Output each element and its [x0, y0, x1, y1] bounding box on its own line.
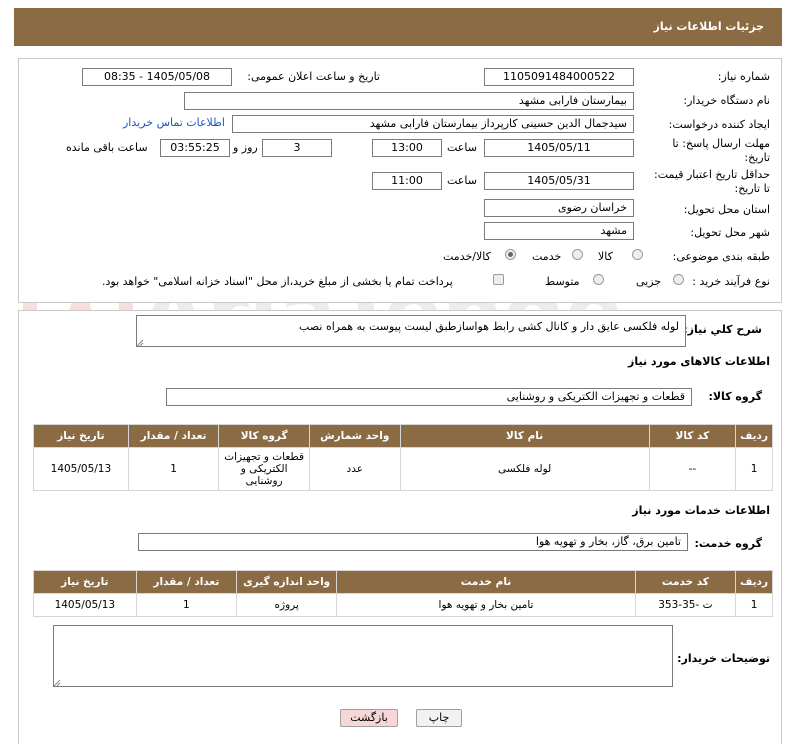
- category-radio-goods[interactable]: [632, 249, 643, 260]
- city-field[interactable]: مشهد: [484, 222, 634, 240]
- services-col-name: نام خدمت: [337, 571, 635, 593]
- services-group-label: گروه خدمت:: [694, 537, 762, 550]
- treasury-payment-note: پرداخت تمام یا بخشی از مبلغ خرید،از محل …: [102, 275, 453, 288]
- goods-table-header: ردیف کد کالا نام کالا واحد شمارش گروه کا…: [34, 425, 772, 447]
- remaining-label: ساعت باقی مانده: [66, 141, 148, 154]
- announce-field[interactable]: 1405/05/08 - 08:35: [82, 68, 232, 86]
- services-cell-row: 1: [736, 594, 772, 616]
- buyer-notes-label: توضیحات خریدار:: [677, 652, 770, 665]
- services-cell-date: 1405/05/13: [34, 594, 136, 616]
- goods-group-label: گروه کالا:: [708, 390, 762, 403]
- goods-cell-row: 1: [736, 448, 772, 490]
- services-group-field[interactable]: تامین برق، گاز، بخار و تهویه هوا: [138, 533, 688, 551]
- days-field[interactable]: 3: [262, 139, 332, 157]
- goods-cell-qty: 1: [128, 448, 219, 490]
- goods-table: ردیف کد کالا نام کالا واحد شمارش گروه کا…: [33, 424, 773, 491]
- back-button[interactable]: بازگشت: [340, 709, 398, 727]
- summary-text: لوله فلکسی عایق دار و کانال کشی رابط هوا…: [299, 320, 679, 333]
- services-section-title: اطلاعات خدمات مورد نیاز: [632, 504, 770, 517]
- process-radio-minor[interactable]: [673, 274, 684, 285]
- table-row[interactable]: 1 ت -35-353 تامین بخار و تهویه هوا پروژه…: [34, 594, 772, 616]
- goods-col-unit: واحد شمارش: [309, 425, 400, 447]
- validity-time-field[interactable]: 11:00: [372, 172, 442, 190]
- services-cell-unit: پروژه: [237, 594, 337, 616]
- services-col-unit: واحد اندازه گیری: [237, 571, 337, 593]
- goods-group-field[interactable]: قطعات و تجهیزات الکتریکی و روشنایی: [166, 388, 692, 406]
- category-option-service: خدمت: [532, 250, 562, 263]
- validity-label-2: تا تاریخ:: [734, 182, 770, 195]
- services-table: ردیف کد خدمت نام خدمت واحد اندازه گیری ت…: [33, 570, 773, 617]
- deadline-label: مهلت ارسال پاسخ: تا: [672, 137, 770, 150]
- goods-col-group: گروه کالا: [219, 425, 309, 447]
- goods-cell-unit: عدد: [309, 448, 400, 490]
- summary-label: شرح کلي نياز:: [683, 323, 762, 336]
- category-radio-both[interactable]: [505, 249, 516, 260]
- category-option-goods: کالا: [598, 250, 613, 263]
- page-header: جزئیات اطلاعات نیاز: [14, 8, 782, 46]
- process-radio-medium[interactable]: [593, 274, 604, 285]
- deadline-time-label: ساعت: [447, 141, 477, 154]
- resize-handle-icon[interactable]: [136, 339, 144, 347]
- contact-info-link[interactable]: اطلاعات تماس خریدار: [123, 116, 225, 129]
- validity-label: حداقل تاریخ اعتبار قیمت:: [654, 168, 770, 181]
- services-col-date: تاریخ نیاز: [34, 571, 136, 593]
- services-cell-code: ت -35-353: [635, 594, 736, 616]
- process-label: نوع فرآیند خرید :: [692, 275, 770, 288]
- deadline-time-field[interactable]: 13:00: [372, 139, 442, 157]
- goods-cell-code: --: [649, 448, 736, 490]
- goods-col-date: تاریخ نیاز: [34, 425, 128, 447]
- goods-cell-name: لوله فلکسی: [400, 448, 649, 490]
- services-col-row: ردیف: [736, 571, 772, 593]
- validity-date-field[interactable]: 1405/05/31: [484, 172, 634, 190]
- need-number-label: شماره نیاز:: [717, 70, 770, 83]
- summary-textarea[interactable]: لوله فلکسی عایق دار و کانال کشی رابط هوا…: [136, 315, 686, 347]
- goods-section-title: اطلاعات کالاهای مورد نیاز: [628, 355, 770, 368]
- city-label: شهر محل تحویل:: [690, 226, 770, 239]
- print-button[interactable]: چاپ: [416, 709, 462, 727]
- validity-time-label: ساعت: [447, 174, 477, 187]
- province-field[interactable]: خراسان رضوی: [484, 199, 634, 217]
- goods-cell-group: قطعات و تجهیزات الکتریکی و روشنایی: [219, 448, 309, 490]
- services-col-qty: تعداد / مقدار: [136, 571, 237, 593]
- page-title: جزئیات اطلاعات نیاز: [653, 20, 765, 33]
- need-number-field[interactable]: 1105091484000522: [484, 68, 634, 86]
- buyer-notes-textarea[interactable]: [53, 625, 673, 687]
- services-col-code: کد خدمت: [635, 571, 736, 593]
- category-option-both: کالا/خدمت: [443, 250, 491, 263]
- remaining-time-field[interactable]: 03:55:25: [160, 139, 230, 157]
- category-label: طبقه بندی موضوعی:: [672, 250, 770, 263]
- buyer-org-label: نام دستگاه خریدار:: [683, 94, 770, 107]
- goods-col-row: ردیف: [736, 425, 772, 447]
- requester-label: ایجاد کننده درخواست:: [668, 118, 770, 131]
- requester-field[interactable]: سیدجمال الدین حسینی کارپرداز بیمارستان ف…: [232, 115, 634, 133]
- deadline-label-2: تاریخ:: [744, 151, 770, 164]
- announce-label: تاریخ و ساعت اعلان عمومی:: [247, 70, 380, 83]
- goods-col-code: کد کالا: [649, 425, 736, 447]
- category-radio-service[interactable]: [572, 249, 583, 260]
- goods-col-name: نام کالا: [400, 425, 649, 447]
- services-table-header: ردیف کد خدمت نام خدمت واحد اندازه گیری ت…: [34, 571, 772, 593]
- goods-cell-date: 1405/05/13: [34, 448, 128, 490]
- days-label: روز و: [233, 141, 258, 154]
- resize-handle-icon[interactable]: [53, 679, 61, 687]
- deadline-date-field[interactable]: 1405/05/11: [484, 139, 634, 157]
- goods-col-qty: تعداد / مقدار: [128, 425, 219, 447]
- services-cell-qty: 1: [136, 594, 237, 616]
- process-option-minor: جزیی: [636, 275, 662, 288]
- province-label: استان محل تحویل:: [683, 203, 770, 216]
- treasury-payment-checkbox[interactable]: [493, 274, 504, 285]
- process-option-medium: متوسط: [545, 275, 580, 288]
- services-cell-name: تامین بخار و تهویه هوا: [337, 594, 635, 616]
- table-row[interactable]: 1 -- لوله فلکسی عدد قطعات و تجهیزات الکت…: [34, 448, 772, 490]
- buyer-org-field[interactable]: بیمارستان فارابی مشهد: [184, 92, 634, 110]
